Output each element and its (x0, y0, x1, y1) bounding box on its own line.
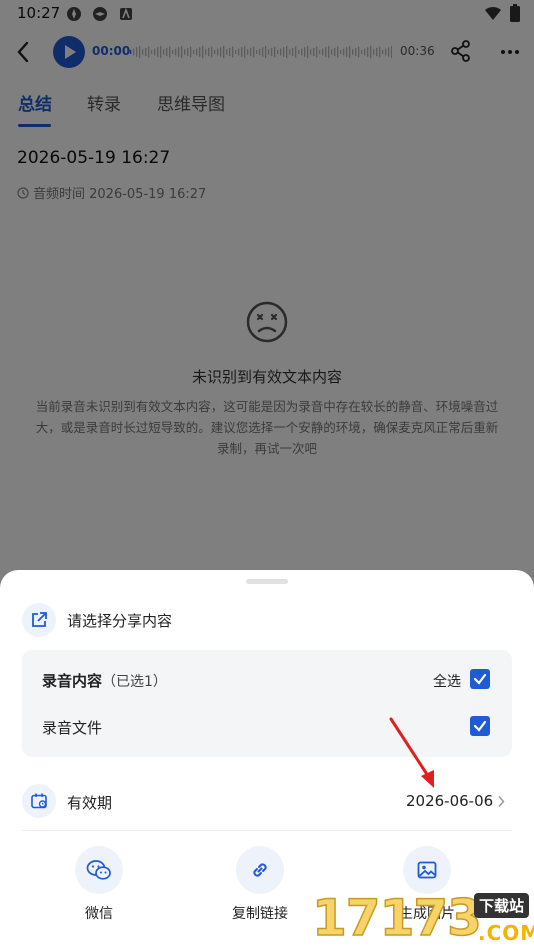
share-wechat[interactable]: 微信 (59, 846, 139, 923)
checkmark-icon (473, 720, 487, 732)
share-copy-link-label: 复制链接 (232, 906, 288, 922)
select-all-checkbox[interactable] (470, 669, 490, 689)
watermark-logo: 17173 下载站 .COM (311, 887, 534, 950)
calendar-icon (22, 784, 56, 818)
share-out-icon (22, 603, 56, 637)
watermark-digits: 17173 (311, 888, 482, 948)
validity-label: 有效期 (67, 794, 113, 812)
share-wechat-label: 微信 (85, 906, 113, 922)
recording-file-checkbox[interactable] (470, 716, 490, 736)
chevron-right-icon (498, 795, 505, 808)
sheet-header: 请选择分享内容 (22, 603, 172, 637)
content-section-title: 录音内容 (42, 672, 103, 690)
content-section-title-group: 录音内容（已选1） (42, 670, 167, 691)
annotation-arrow-icon (389, 717, 434, 788)
link-icon (236, 846, 284, 894)
wechat-icon (75, 846, 123, 894)
share-copy-link[interactable]: 复制链接 (220, 846, 300, 923)
sheet-drag-handle[interactable] (246, 579, 288, 584)
validity-value: 2026-06-06 (406, 792, 494, 810)
checkmark-icon (473, 673, 487, 685)
select-all-label[interactable]: 全选 (433, 671, 461, 691)
selected-count: （已选1） (102, 674, 167, 690)
content-section-row: 录音内容（已选1） 全选 (22, 665, 512, 695)
divider (22, 830, 512, 831)
sheet-header-label: 请选择分享内容 (67, 611, 173, 630)
recording-file-label: 录音文件 (42, 719, 103, 737)
watermark-tag: 下载站 (474, 893, 530, 918)
watermark-domain: .COM (478, 921, 534, 945)
